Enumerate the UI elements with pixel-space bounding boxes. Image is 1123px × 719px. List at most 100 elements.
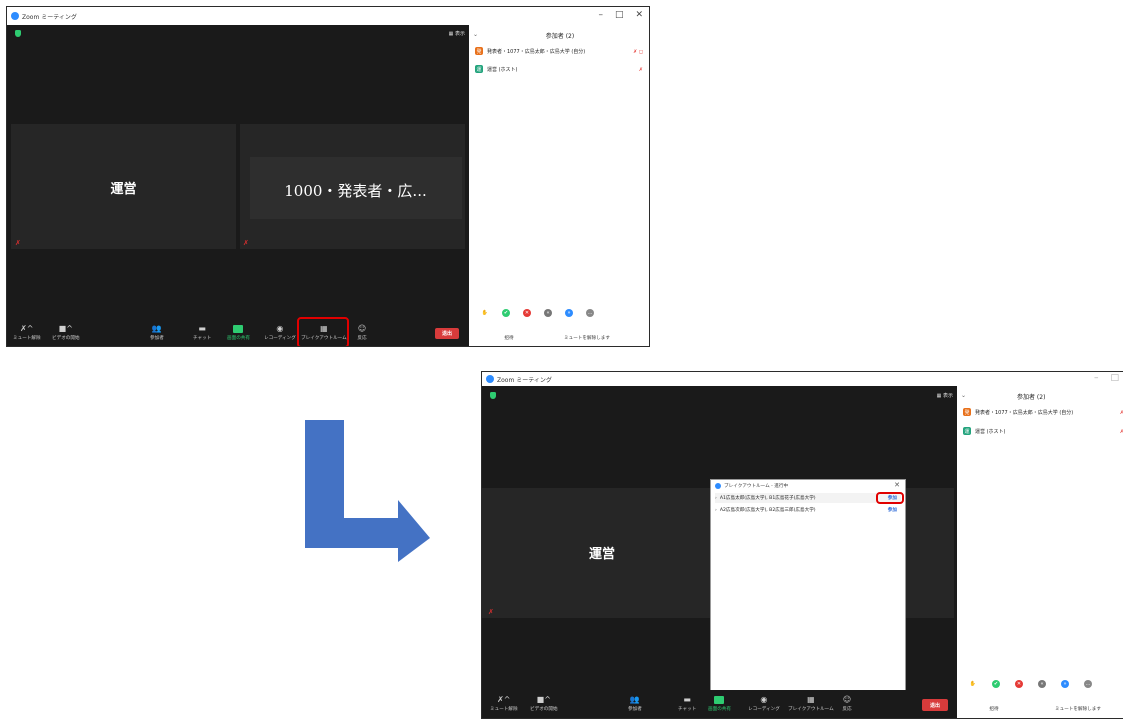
unmute-button[interactable]: ✗^ ミュート解除 — [490, 695, 518, 713]
video-tile-host: 運営 ✗ — [11, 124, 236, 249]
muted-mic-icon: ✗ — [243, 239, 249, 247]
expand-icon[interactable]: › — [715, 508, 717, 513]
maximize-button[interactable]: □ — [1110, 373, 1119, 383]
meeting-toolbar: ✗^ ミュート解除 ■^ ビデオの開始 👥 参加者 ▬ チャット 画面の共有 ◉ — [7, 318, 469, 346]
participant-name: 発表者・1077・広島太郎・広島大学 (自分) — [487, 48, 586, 55]
share-screen-icon — [233, 325, 244, 333]
join-highlight-box — [876, 492, 904, 504]
participants-icon: 👥 — [629, 695, 640, 704]
share-screen-icon — [714, 696, 725, 704]
muted-mic-icon: ✗ — [488, 608, 494, 616]
unmute-me-button[interactable]: ミュートを解除します — [1047, 704, 1109, 714]
video-off-icon: ■^ — [536, 695, 551, 704]
go-slower-icon[interactable]: « — [1038, 680, 1046, 688]
video-area: ▦ 表示 運営 ✗ ブレイクアウトルーム - 進行中 ✕ › A1広島太郎(広島… — [482, 386, 957, 718]
dialog-title: ブレイクアウトルーム - 進行中 — [715, 483, 788, 489]
window-title: Zoom ミーティング — [497, 376, 552, 384]
view-button[interactable]: ▦ 表示 — [449, 30, 465, 37]
record-icon: ◉ — [276, 324, 284, 333]
video-off-icon: ■^ — [58, 324, 73, 333]
video-tile-presenter: 1000・発表者・広... ✗ — [240, 124, 465, 249]
minimize-button[interactable]: – — [598, 10, 603, 20]
start-video-button[interactable]: ■^ ビデオの開始 — [52, 324, 80, 342]
reactions-icon: ☺ — [842, 695, 852, 704]
share-screen-button[interactable]: 画面の共有 — [708, 696, 731, 712]
unmute-button[interactable]: ✗^ ミュート解除 — [13, 325, 41, 342]
record-button[interactable]: ◉ レコーディング — [748, 695, 780, 713]
breakout-rooms-button[interactable]: ▦ ブレイクアウトルーム — [788, 696, 834, 713]
yes-icon[interactable]: ✔ — [502, 309, 510, 317]
window-title: Zoom ミーティング — [22, 13, 77, 21]
mic-off-icon: ✗^ — [497, 695, 511, 704]
title-bar: Zoom ミーティング – □ — [482, 372, 1123, 386]
avatar: 発 — [475, 47, 483, 55]
avatar: 発 — [963, 408, 971, 416]
participant-row[interactable]: 運 運営 (ホスト) — [475, 65, 518, 73]
participant-row[interactable]: 発 発表者・1077・広島太郎・広島大学 (自分) — [475, 47, 585, 55]
chat-button[interactable]: ▬ チャット — [678, 695, 696, 713]
participants-panel: ⌄ 参加者 (2) 発 発表者・1077・広島太郎・広島大学 (自分) ✗ ◻ … — [469, 25, 649, 346]
participant-name: 運営 (ホスト) — [487, 66, 518, 73]
join-room-button[interactable]: 参加 — [888, 507, 897, 513]
tile-name-host: 運営 — [110, 182, 137, 197]
zoom-logo-icon — [486, 375, 494, 383]
avatar: 運 — [475, 65, 483, 73]
record-icon: ◉ — [760, 695, 768, 704]
avatar: 運 — [963, 427, 971, 435]
close-button[interactable]: ✕ — [635, 10, 643, 20]
no-icon[interactable]: ✕ — [523, 309, 531, 317]
maximize-button[interactable]: □ — [615, 10, 624, 20]
view-button[interactable]: ▦ 表示 — [937, 392, 953, 399]
muted-mic-icon: ✗ — [638, 67, 643, 73]
yes-icon[interactable]: ✔ — [992, 680, 1000, 688]
leave-button[interactable]: 退出 — [922, 699, 948, 711]
start-video-button[interactable]: ■^ ビデオの開始 — [530, 695, 558, 713]
participants-panel: ⌄ 参加者 (2) 発 発表者・1077・広島太郎・広島大学 (自分) ✗ 運 … — [957, 386, 1123, 718]
breakout-room-row[interactable]: › A2広島次郎(広島大学), B2広島三郎(広島大学) 参加 — [715, 505, 901, 515]
expand-icon[interactable]: › — [715, 496, 717, 501]
unmute-me-button[interactable]: ミュートを解除します — [557, 333, 617, 343]
reactions-button[interactable]: ☺ 反応 — [842, 695, 852, 713]
tile-name-presenter: 1000・発表者・広... — [284, 182, 427, 200]
breakout-highlight-box — [297, 317, 349, 346]
video-area: ▦ 表示 運営 ✗ 1000・発表者・広... ✗ ✗^ ミュート解除 ■^ ビ… — [7, 25, 469, 346]
invite-button[interactable]: 招待 — [983, 704, 1005, 714]
security-shield-icon — [490, 392, 496, 399]
participant-name: 運営 (ホスト) — [975, 428, 1006, 435]
minimize-button[interactable]: – — [1094, 373, 1099, 383]
raise-hand-icon[interactable]: ✋ — [481, 309, 489, 317]
participants-button[interactable]: 👥 参加者 — [150, 324, 164, 342]
leave-button[interactable]: 退出 — [435, 328, 459, 339]
raise-hand-icon[interactable]: ✋ — [969, 680, 977, 688]
panel-collapse-icon[interactable]: ⌄ — [961, 392, 966, 399]
more-icon[interactable]: … — [1084, 680, 1092, 688]
participant-name: 発表者・1077・広島太郎・広島大学 (自分) — [975, 409, 1074, 416]
participant-row[interactable]: 運 運営 (ホスト) — [963, 427, 1006, 435]
more-icon[interactable]: … — [586, 309, 594, 317]
room-name: A2広島次郎(広島大学), B2広島三郎(広島大学) — [719, 508, 816, 513]
participants-icon: 👥 — [151, 324, 162, 333]
chat-button[interactable]: ▬ チャット — [193, 325, 211, 342]
reactions-icon: ☺ — [357, 324, 367, 333]
reactions-row: ✋ ✔ ✕ « » … — [969, 680, 1092, 688]
go-faster-icon[interactable]: » — [1061, 680, 1069, 688]
reactions-button[interactable]: ☺ 反応 — [357, 324, 367, 342]
chat-icon: ▬ — [683, 695, 691, 704]
participants-button[interactable]: 👥 参加者 — [628, 695, 642, 713]
zoom-window-after: Zoom ミーティング – □ ▦ 表示 運営 ✗ ブレイクアウトルーム - 進… — [481, 371, 1123, 719]
zoom-logo-icon — [715, 483, 721, 489]
record-button[interactable]: ◉ レコーディング — [264, 324, 296, 342]
share-screen-button[interactable]: 画面の共有 — [227, 325, 250, 341]
security-shield-icon — [15, 30, 21, 37]
transition-arrow-icon — [305, 420, 430, 562]
no-icon[interactable]: ✕ — [1015, 680, 1023, 688]
go-slower-icon[interactable]: « — [544, 309, 552, 317]
zoom-logo-icon — [11, 12, 19, 20]
participants-panel-title: 参加者 (2) — [545, 33, 575, 40]
participant-row[interactable]: 発 発表者・1077・広島太郎・広島大学 (自分) — [963, 408, 1073, 416]
tile-name-host: 運営 — [588, 547, 615, 562]
invite-button[interactable]: 招待 — [499, 333, 519, 343]
dialog-close-button[interactable]: ✕ — [894, 481, 900, 489]
breakout-room-row[interactable]: › A1広島太郎(広島大学), B1広島花子(広島大学) 参加 — [715, 493, 901, 503]
go-faster-icon[interactable]: » — [565, 309, 573, 317]
